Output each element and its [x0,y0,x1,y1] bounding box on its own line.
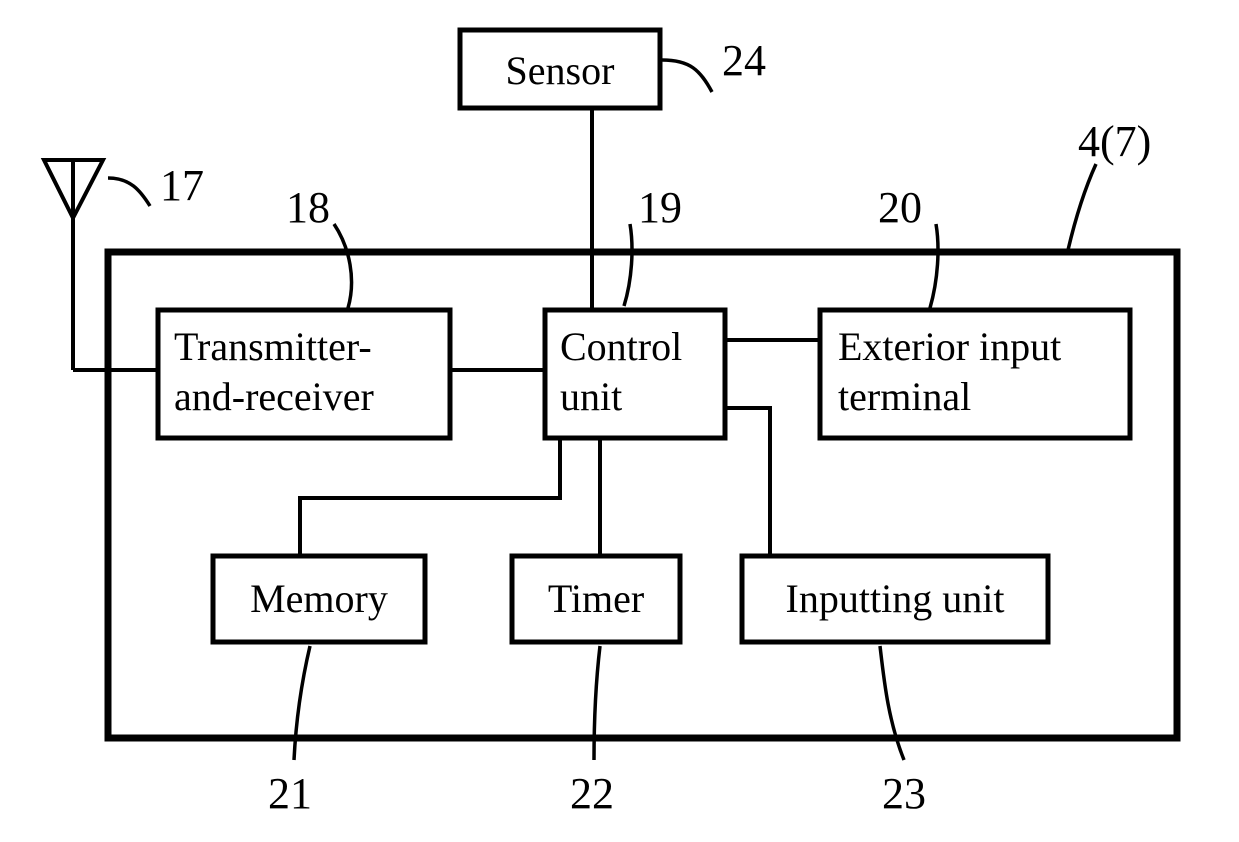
sensor-block: Sensor [460,30,660,108]
sensor-label: Sensor [506,48,615,93]
memory-ref: 21 [268,769,312,818]
memory-label: Memory [250,576,388,621]
outer-ref: 4(7) [1078,117,1151,166]
exterior-terminal-block: Exterior input terminal [820,310,1130,438]
control-label-line1: Control [560,324,682,369]
timer-label: Timer [548,576,644,621]
inputting-block: Inputting unit [742,556,1048,642]
transmitter-label-line2: and-receiver [174,374,374,419]
timer-block: Timer [512,556,680,642]
exterior-label-line2: terminal [838,374,971,419]
wire-control-memory [300,438,560,556]
control-block: Control unit [545,310,725,438]
antenna-ref: 17 [160,161,204,210]
transmitter-ref: 18 [286,183,330,232]
outer-ref-lead [1068,164,1096,250]
control-ref: 19 [638,183,682,232]
memory-ref-lead [294,646,310,760]
wire-control-inputting [725,408,770,556]
exterior-ref: 20 [878,183,922,232]
exterior-label-line1: Exterior input [838,324,1061,369]
sensor-ref: 24 [722,36,766,85]
transmitter-label-line1: Transmitter- [174,324,372,369]
block-diagram: Sensor 24 17 Transmitter- and-receiver 1… [0,0,1239,842]
control-label-line2: unit [560,374,622,419]
inputting-ref-lead [880,646,904,760]
timer-ref-lead [594,646,600,760]
transmitter-ref-lead [334,224,352,308]
inputting-label: Inputting unit [786,576,1005,621]
memory-block: Memory [213,556,425,642]
exterior-ref-lead [930,224,938,308]
control-ref-lead [624,224,632,306]
antenna-icon [44,160,103,370]
inputting-ref: 23 [882,769,926,818]
sensor-ref-lead [662,60,712,92]
timer-ref: 22 [570,769,614,818]
antenna-ref-lead [108,178,150,206]
transmitter-block: Transmitter- and-receiver [158,310,450,438]
